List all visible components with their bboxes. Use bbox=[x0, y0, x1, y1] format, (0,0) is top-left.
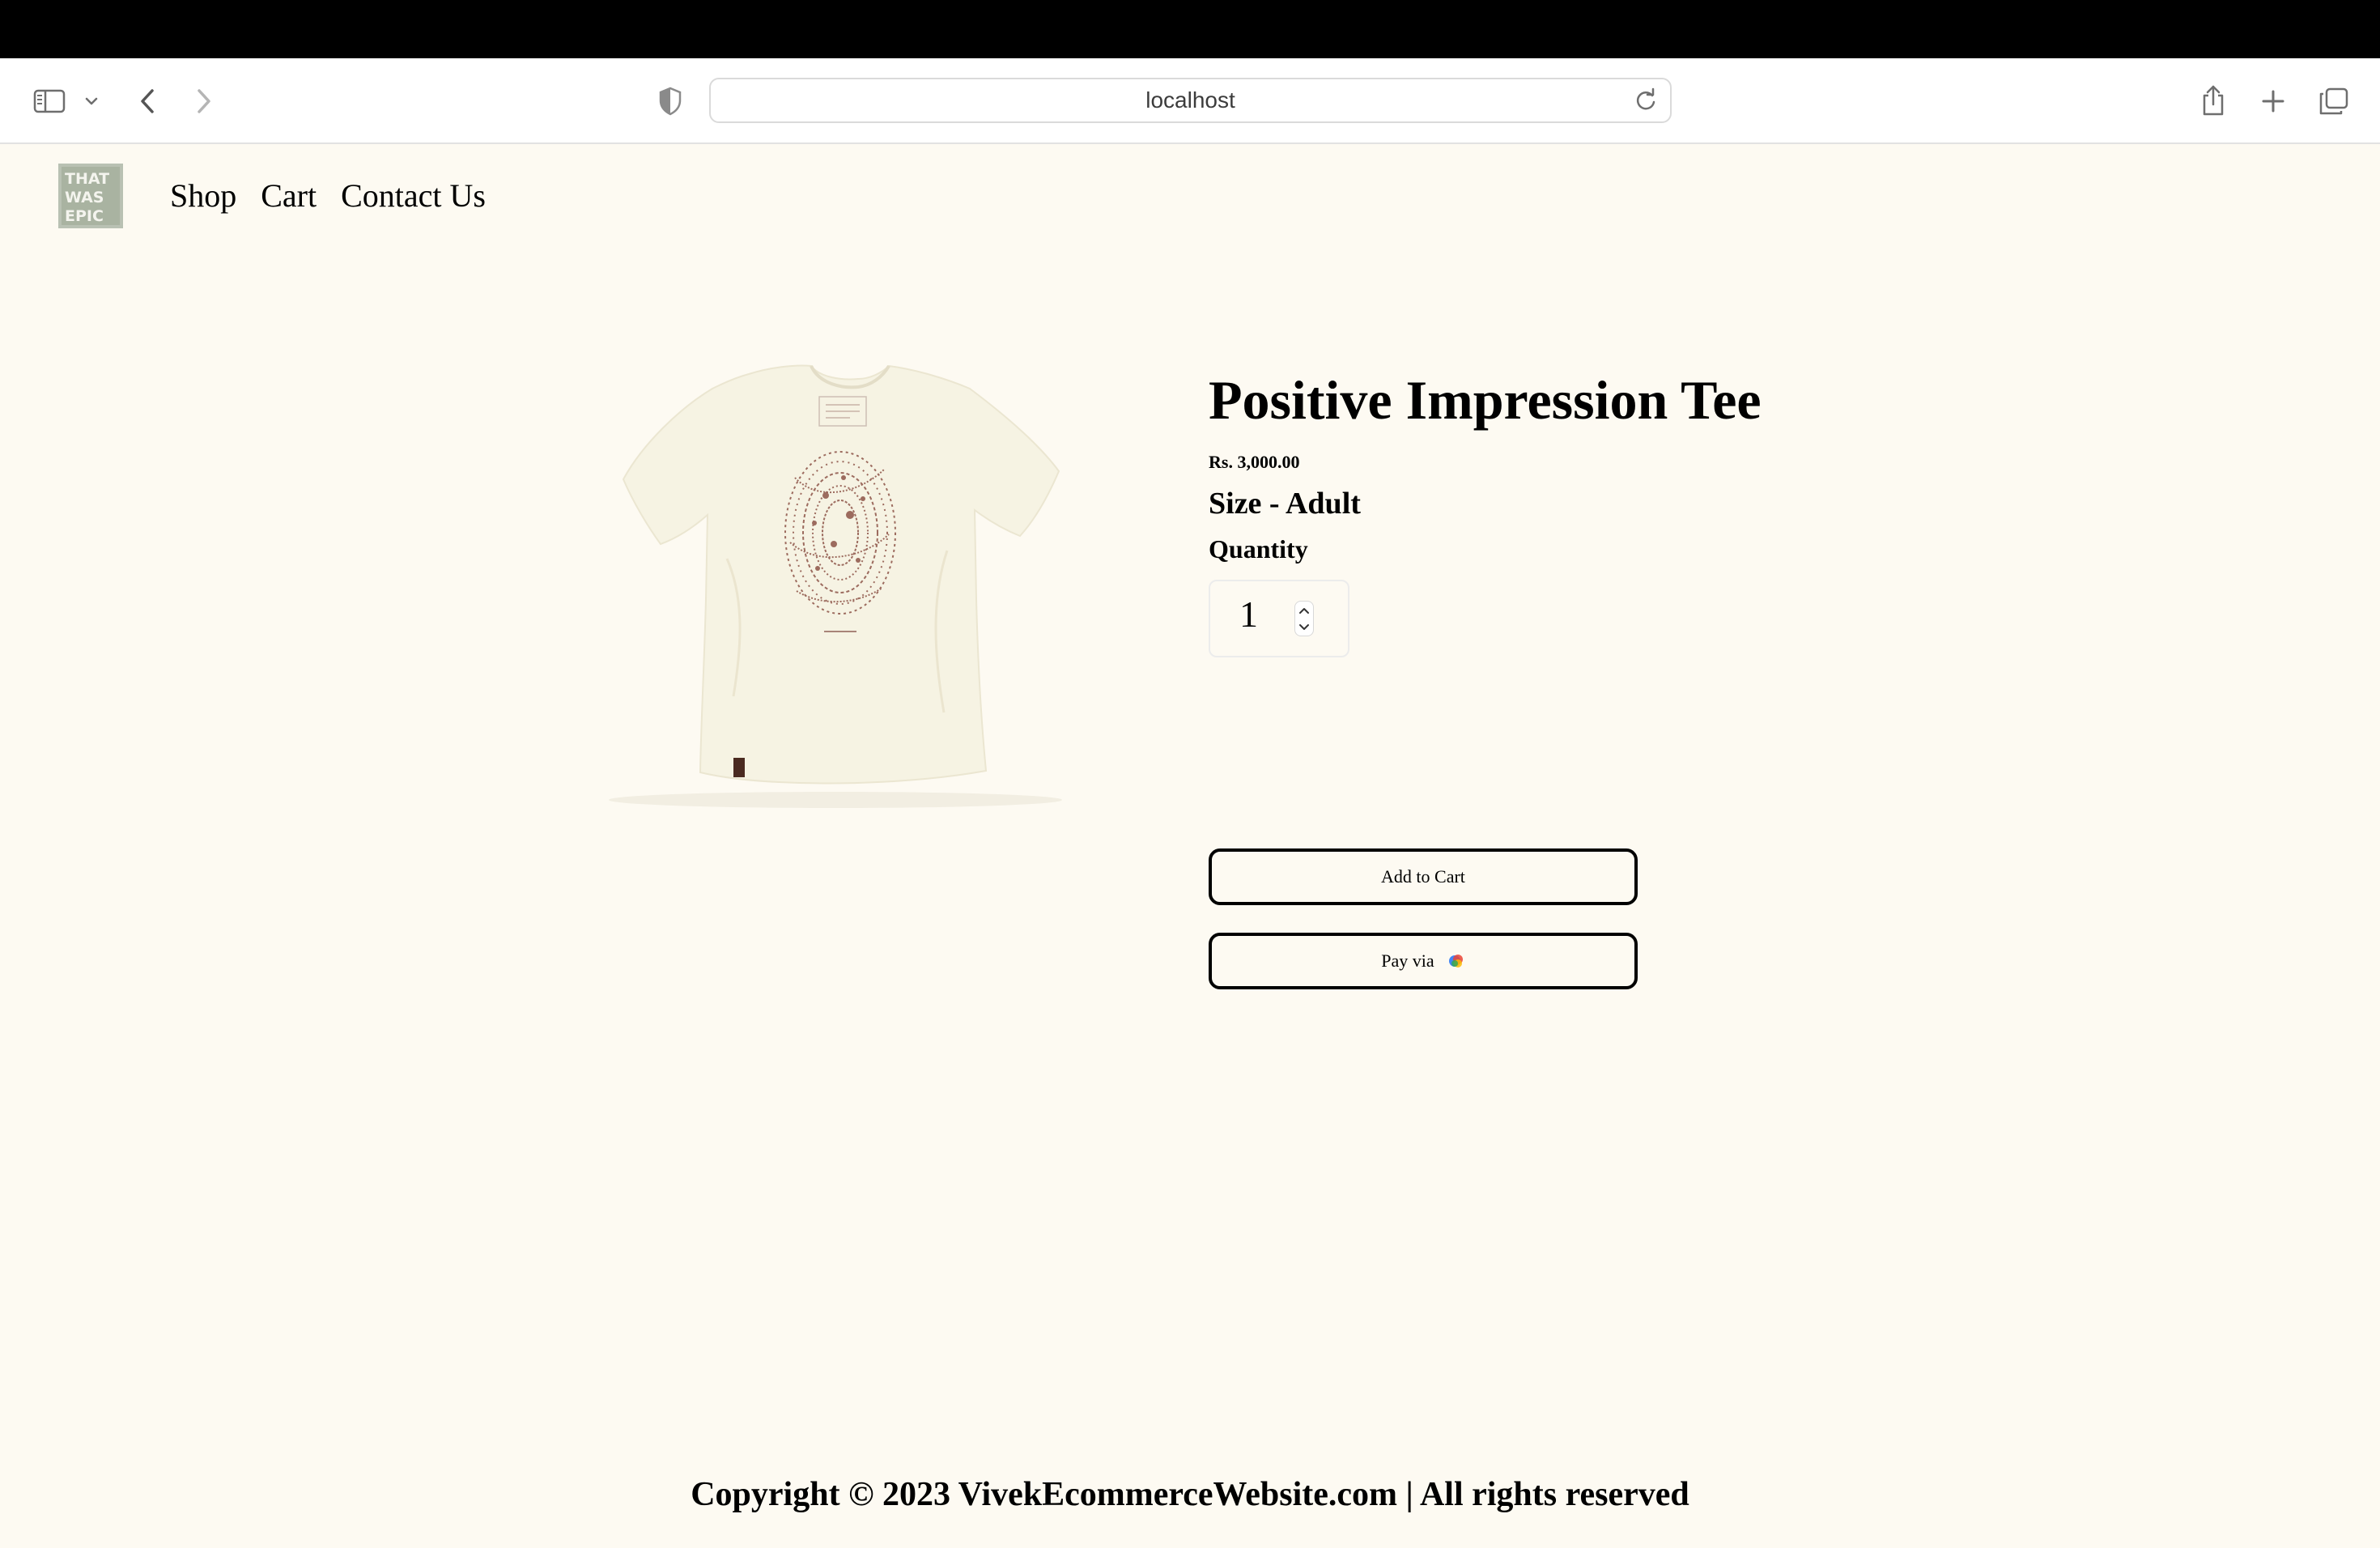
chevron-down-icon[interactable] bbox=[1298, 623, 1310, 632]
footer-copyright: Copyright © 2023 VivekEcommerceWebsite.c… bbox=[691, 1476, 1689, 1513]
sidebar-icon[interactable] bbox=[31, 83, 68, 120]
product-details: Positive Impression Tee Rs. 3,000.00 Siz… bbox=[1209, 369, 1937, 989]
chevron-up-icon[interactable] bbox=[1298, 606, 1310, 615]
privacy-shield-icon[interactable] bbox=[654, 83, 686, 120]
nav-shop[interactable]: Shop bbox=[170, 176, 236, 215]
pay-via-label: Pay via bbox=[1381, 950, 1434, 971]
nav-contact-us[interactable]: Contact Us bbox=[341, 176, 486, 215]
product-title: Positive Impression Tee bbox=[1209, 369, 1762, 431]
main-nav: Shop Cart Contact Us bbox=[170, 176, 486, 215]
quantity-value: 1 bbox=[1239, 593, 1258, 635]
quantity-stepper[interactable] bbox=[1294, 601, 1314, 636]
payment-logo-icon bbox=[1448, 955, 1463, 968]
product-image bbox=[583, 356, 1069, 810]
system-top-bar bbox=[0, 0, 2380, 58]
share-icon[interactable] bbox=[2197, 78, 2229, 123]
product-price: Rs. 3,000.00 bbox=[1209, 452, 1300, 472]
back-icon[interactable] bbox=[131, 81, 164, 121]
quantity-input[interactable]: 1 bbox=[1209, 580, 1349, 657]
browser-toolbar: localhost bbox=[0, 58, 2380, 144]
product-size: Size - Adult bbox=[1209, 487, 1361, 521]
forward-icon[interactable] bbox=[188, 81, 220, 121]
quantity-label: Quantity bbox=[1209, 534, 1308, 563]
svg-text:EPIC: EPIC bbox=[65, 207, 104, 225]
pay-via-button[interactable]: Pay via bbox=[1209, 933, 1638, 989]
site-logo[interactable]: THAT WAS EPIC bbox=[58, 164, 123, 228]
reload-icon[interactable] bbox=[1633, 87, 1659, 113]
tab-overview-icon[interactable] bbox=[2315, 83, 2352, 120]
chevron-down-icon[interactable] bbox=[81, 89, 102, 113]
address-bar[interactable]: localhost bbox=[709, 78, 1672, 123]
page: THAT WAS EPIC Shop Cart Contact Us Posit… bbox=[0, 146, 2380, 1548]
svg-text:THAT: THAT bbox=[65, 170, 109, 188]
new-tab-icon[interactable] bbox=[2257, 83, 2289, 120]
nav-cart[interactable]: Cart bbox=[261, 176, 317, 215]
url-text: localhost bbox=[1145, 87, 1235, 113]
add-to-cart-label: Add to Cart bbox=[1381, 866, 1465, 887]
svg-text:WAS: WAS bbox=[65, 189, 104, 206]
add-to-cart-button[interactable]: Add to Cart bbox=[1209, 848, 1638, 905]
